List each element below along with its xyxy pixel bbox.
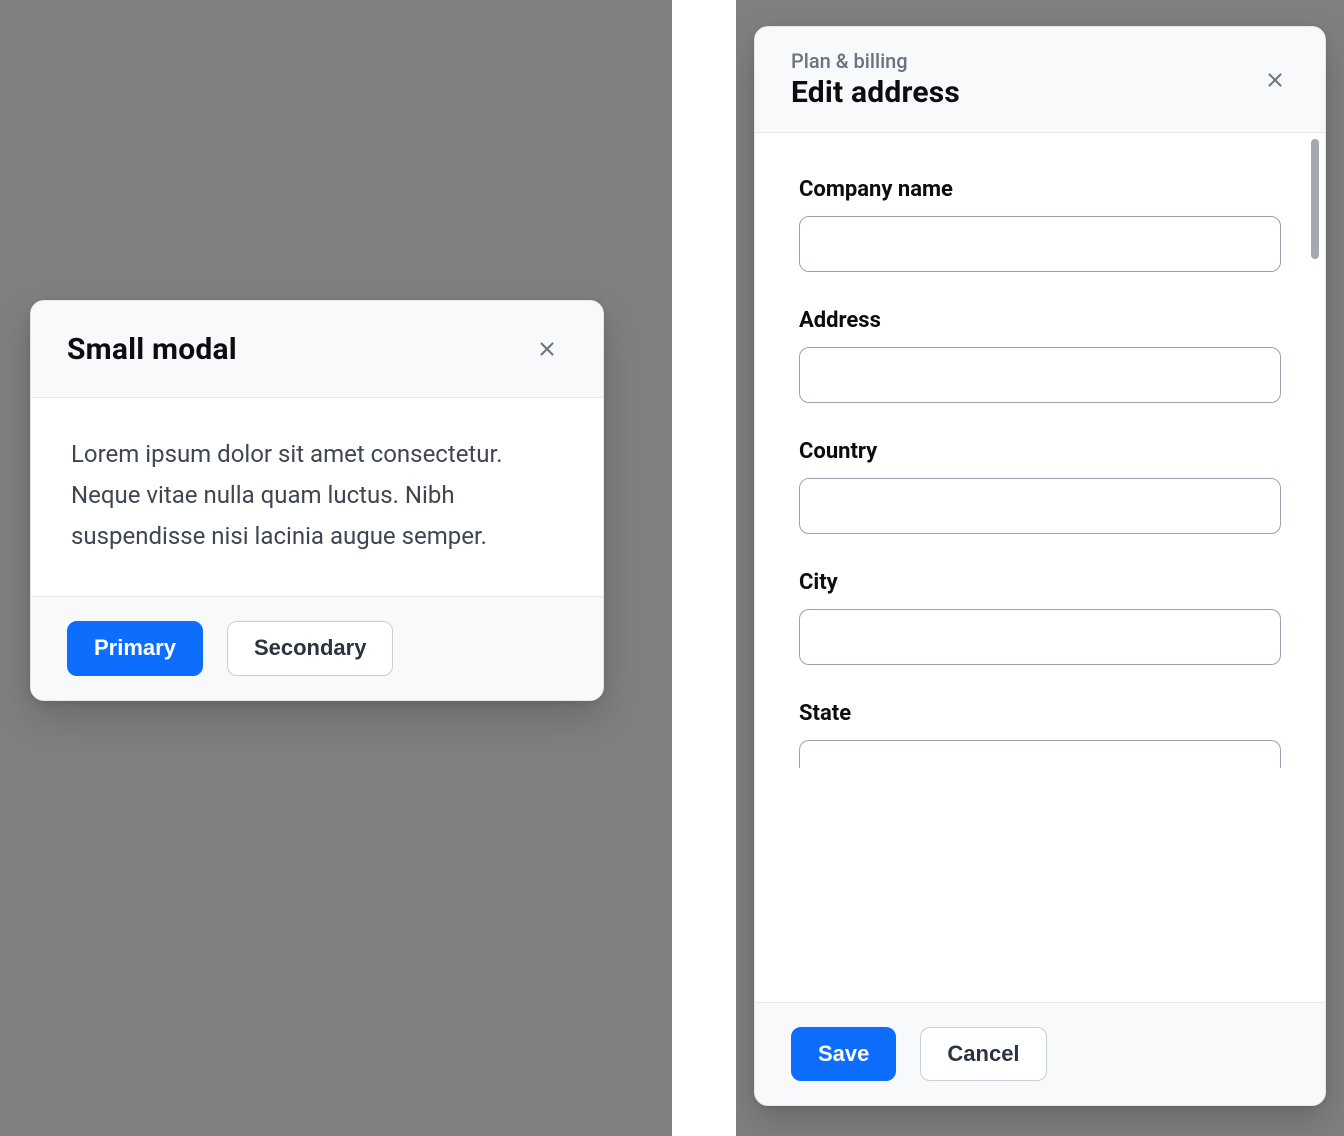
body-text: Lorem ipsum dolor sit amet consectetur. … <box>71 434 563 556</box>
title-wrap: Small modal <box>67 332 527 367</box>
form: Company name Address Country City <box>755 133 1325 768</box>
field-address: Address <box>799 308 1281 403</box>
field-country: Country <box>799 439 1281 534</box>
input-address[interactable] <box>799 347 1281 403</box>
label-country: Country <box>799 439 1281 464</box>
small-modal-body: Lorem ipsum dolor sit amet consectetur. … <box>31 398 603 596</box>
gap <box>672 0 736 1136</box>
label-address: Address <box>799 308 1281 333</box>
close-button[interactable] <box>1255 60 1295 100</box>
small-modal-header: Small modal <box>31 301 603 398</box>
stage: Small modal Lorem ipsum dolor sit amet c… <box>0 0 1344 1136</box>
field-state: State <box>799 701 1281 768</box>
input-state[interactable] <box>799 740 1281 768</box>
eyebrow: Plan & billing <box>791 49 1255 73</box>
scrollbar-thumb[interactable] <box>1311 139 1319 259</box>
field-city: City <box>799 570 1281 665</box>
small-modal: Small modal Lorem ipsum dolor sit amet c… <box>30 300 604 701</box>
save-button[interactable]: Save <box>791 1027 896 1081</box>
cancel-button[interactable]: Cancel <box>920 1027 1046 1081</box>
title-wrap: Plan & billing Edit address <box>791 49 1255 110</box>
input-company[interactable] <box>799 216 1281 272</box>
label-state: State <box>799 701 1281 726</box>
input-city[interactable] <box>799 609 1281 665</box>
small-modal-title: Small modal <box>67 332 527 367</box>
edit-modal-header: Plan & billing Edit address <box>755 27 1325 133</box>
close-button[interactable] <box>527 329 567 369</box>
scroll-area[interactable]: Company name Address Country City <box>755 133 1325 1002</box>
label-company: Company name <box>799 177 1281 202</box>
secondary-button[interactable]: Secondary <box>227 621 394 675</box>
small-modal-footer: Primary Secondary <box>31 596 603 699</box>
close-icon <box>536 338 558 360</box>
field-company: Company name <box>799 177 1281 272</box>
input-country[interactable] <box>799 478 1281 534</box>
edit-modal-title: Edit address <box>791 75 1255 110</box>
primary-button[interactable]: Primary <box>67 621 203 675</box>
edit-address-modal: Plan & billing Edit address Company name… <box>754 26 1326 1106</box>
edit-modal-footer: Save Cancel <box>755 1002 1325 1105</box>
overlay-right: Plan & billing Edit address Company name… <box>736 0 1344 1136</box>
overlay-left: Small modal Lorem ipsum dolor sit amet c… <box>0 0 672 1136</box>
label-city: City <box>799 570 1281 595</box>
close-icon <box>1264 69 1286 91</box>
